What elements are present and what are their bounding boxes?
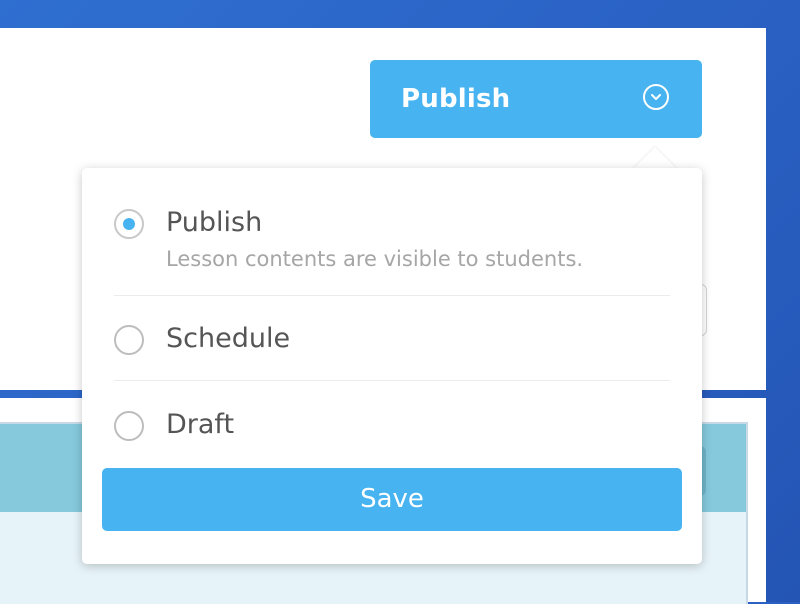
save-button[interactable]: Save	[102, 468, 682, 531]
option-schedule[interactable]: Schedule	[82, 296, 702, 380]
option-schedule-label: Schedule	[166, 323, 291, 354]
publish-dropdown-button[interactable]: Publish	[370, 60, 702, 138]
radio-schedule[interactable]	[114, 325, 144, 355]
chevron-down-icon	[643, 84, 669, 110]
radio-publish[interactable]	[114, 209, 144, 239]
publish-button-label: Publish	[401, 84, 511, 114]
radio-selected-dot	[123, 218, 135, 230]
dropdown-pointer-arrow	[633, 147, 677, 169]
option-publish-description: Lesson contents are visible to students.	[166, 247, 584, 271]
option-draft-label: Draft	[166, 409, 235, 440]
radio-draft[interactable]	[114, 411, 144, 441]
publish-options-dropdown: Publish Lesson contents are visible to s…	[82, 168, 702, 564]
option-publish[interactable]: Publish Lesson contents are visible to s…	[82, 198, 702, 298]
option-draft[interactable]: Draft	[82, 381, 702, 461]
option-publish-label: Publish	[166, 207, 263, 238]
